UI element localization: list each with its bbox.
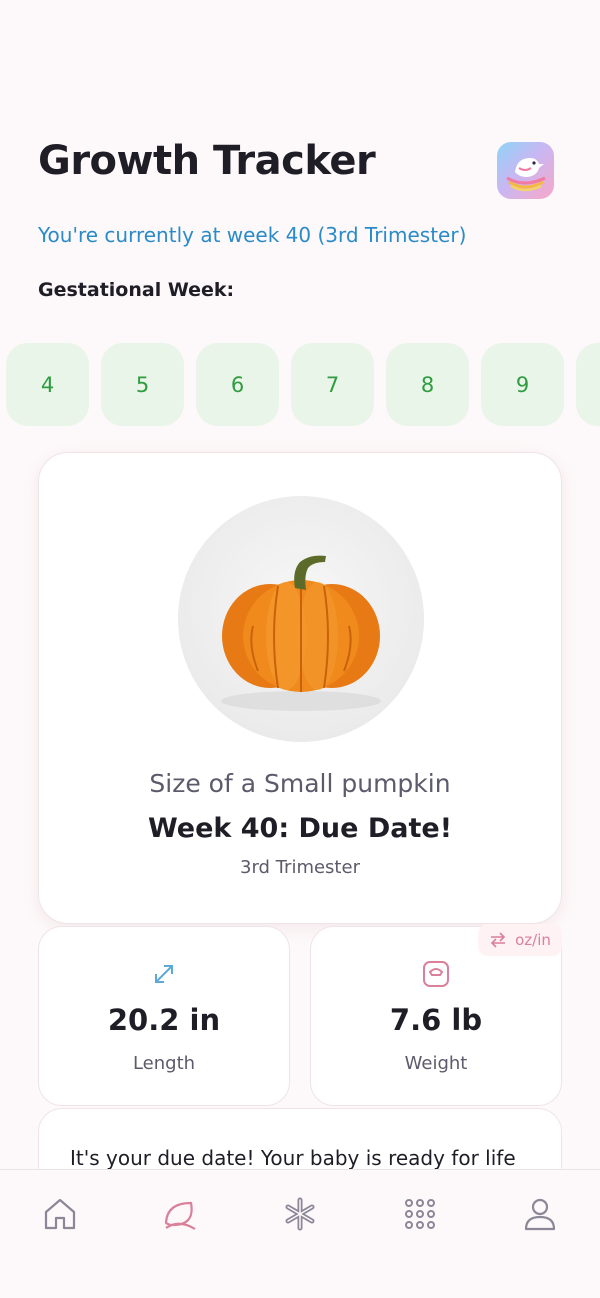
bottom-nav (0, 1169, 600, 1298)
user-icon (524, 1198, 556, 1231)
weight-label: Weight (404, 1053, 468, 1074)
leaf-icon (164, 1201, 196, 1230)
length-value: 20.2 in (107, 1003, 221, 1037)
length-card: 20.2 in Length (38, 926, 290, 1106)
nav-profile[interactable] (520, 1194, 560, 1234)
week-selector[interactable]: 4 5 6 7 8 9 10 (6, 343, 600, 426)
pumpkin-image (178, 496, 424, 742)
grid-icon (405, 1199, 435, 1229)
nav-growth[interactable] (160, 1194, 200, 1234)
scale-icon (423, 961, 449, 987)
gestational-week-label: Gestational Week: (38, 279, 235, 301)
nav-home[interactable] (40, 1194, 80, 1234)
app-logo (497, 142, 554, 199)
week-title: Week 40: Due Date! (147, 813, 453, 844)
length-label: Length (132, 1053, 196, 1074)
weight-value: 7.6 lb (389, 1003, 483, 1037)
expand-arrows-icon (155, 965, 173, 983)
trimester-text: 3rd Trimester (240, 857, 360, 878)
baby-size-card: Size of a Small pumpkin Week 40: Due Dat… (38, 452, 562, 924)
week-chip[interactable]: 5 (101, 343, 184, 426)
nav-wellness[interactable] (280, 1194, 320, 1234)
week-chip[interactable]: 8 (386, 343, 469, 426)
swap-icon (490, 932, 506, 948)
week-chip[interactable]: 4 (6, 343, 89, 426)
asterisk-icon (285, 1197, 315, 1231)
unit-toggle-label: oz/in (515, 931, 551, 949)
bird-nest-icon (506, 158, 546, 192)
week-chip[interactable]: 10 (576, 343, 600, 426)
home-icon (44, 1198, 76, 1230)
nav-tools[interactable] (400, 1194, 440, 1234)
page-title: Growth Tracker (38, 138, 376, 184)
size-comparison-text: Size of a Small pumpkin (149, 769, 451, 798)
unit-toggle-button[interactable]: oz/in (478, 924, 562, 956)
week-chip[interactable]: 9 (481, 343, 564, 426)
week-chip[interactable]: 6 (196, 343, 279, 426)
current-week-subtitle: You're currently at week 40 (3rd Trimest… (38, 223, 467, 247)
description-text: It's your due date! Your baby is ready f… (70, 1146, 516, 1170)
week-chip[interactable]: 7 (291, 343, 374, 426)
